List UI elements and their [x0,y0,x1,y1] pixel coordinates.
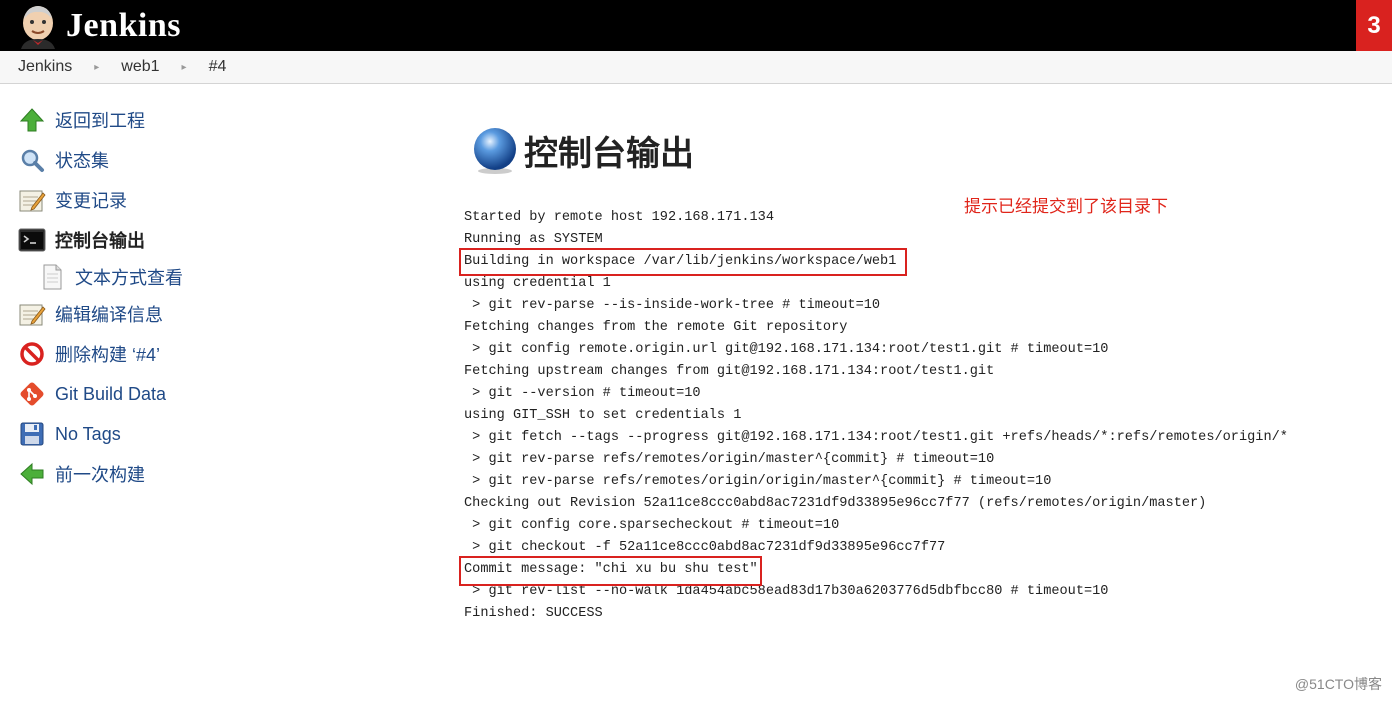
sidebar-item-label: 前一次构建 [55,465,145,485]
console-line: > git fetch --tags --progress git@192.16… [464,430,1288,445]
console-line: Building in workspace /var/lib/jenkins/w… [464,254,897,269]
sidebar-item-console-output[interactable]: 控制台输出 [16,220,416,260]
console-line: Running as SYSTEM [464,232,603,247]
console-output: Started by remote host 192.168.171.134 R… [464,207,1288,625]
floppy-disk-icon [16,418,48,450]
sidebar-item-label: 删除构建 ‘#4’ [55,345,161,365]
sidebar-item-back-to-project[interactable]: 返回到工程 [16,100,416,140]
console-line: Checking out Revision 52a11ce8ccc0abd8ac… [464,496,1207,511]
notepad-icon [16,298,48,330]
notepad-icon [16,184,48,216]
console-line: > git --version # timeout=10 [464,386,701,401]
sidebar-item-label: 返回到工程 [55,111,145,131]
sidebar-item-label: 控制台输出 [55,231,145,251]
no-entry-icon [16,338,48,370]
sidebar-item-view-as-plain-text[interactable]: 文本方式查看 [16,260,416,294]
sidebar-item-no-tags[interactable]: No Tags [16,414,416,454]
sidebar-item-status[interactable]: 状态集 [16,140,416,180]
top-bar: Jenkins 3 [0,0,1392,51]
watermark: @51CTO博客 [1294,676,1382,692]
sidebar-item-changes[interactable]: 变更记录 [16,180,416,220]
git-icon [16,378,48,410]
breadcrumb-web1[interactable]: web1 [121,58,159,76]
console-line: using credential 1 [464,276,611,291]
sidebar-item-previous-build[interactable]: 前一次构建 [16,454,416,494]
up-arrow-icon [16,104,48,136]
sidebar-item-label: 编辑编译信息 [55,305,163,325]
sidebar-item-edit-build-info[interactable]: 编辑编译信息 [16,294,416,334]
breadcrumb-build-4[interactable]: #4 [209,58,227,76]
console-line: Started by remote host 192.168.171.134 [464,210,774,225]
sidebar-item-label: Git Build Data [55,383,167,404]
page-heading: 控制台输出 [470,125,694,175]
console-line: > git rev-parse --is-inside-work-tree # … [464,298,881,313]
jenkins-logo-link[interactable]: Jenkins [16,3,181,49]
jenkins-butler-icon [21,6,55,49]
breadcrumb: Jenkins ▸ web1 ▸ #4 [0,51,1392,84]
console-line: > git config core.sparsecheckout # timeo… [464,518,840,533]
console-line: Fetching upstream changes from git@192.1… [464,364,995,379]
blue-ball-icon [474,128,516,174]
console-line: > git rev-list --no-walk 1da454abc58ead8… [464,584,1109,599]
console-line: > git config remote.origin.url git@192.1… [464,342,1109,357]
breadcrumb-jenkins[interactable]: Jenkins [18,58,72,76]
sidebar-item-delete-build[interactable]: 删除构建 ‘#4’ [16,334,416,374]
terminal-icon [16,224,48,256]
notification-badge[interactable]: 3 [1356,0,1392,51]
left-arrow-icon [16,458,48,490]
sidebar: 返回到工程 状态集 变更记录 控制台输出 文本方式查看 编辑编译信息 删除构建 … [16,100,416,494]
console-line: > git rev-parse refs/remotes/origin/orig… [464,474,1052,489]
page-title: 控制台输出 [524,134,694,173]
sidebar-item-label: 变更记录 [55,191,127,211]
console-line: using GIT_SSH to set credentials 1 [464,408,742,423]
sidebar-item-git-build-data[interactable]: Git Build Data [16,374,416,414]
sidebar-item-label: No Tags [55,423,121,444]
breadcrumb-separator-icon: ▸ [181,61,187,73]
console-line: Finished: SUCCESS [464,606,603,621]
sidebar-item-label: 文本方式查看 [75,268,183,288]
console-line: > git rev-parse refs/remotes/origin/mast… [464,452,995,467]
magnifier-icon [16,144,48,176]
console-line: Commit message: "chi xu bu shu test" [464,562,758,577]
app-title: Jenkins [66,7,181,44]
sidebar-item-label: 状态集 [55,151,109,171]
document-icon [36,261,68,293]
console-line: > git checkout -f 52a11ce8ccc0abd8ac7231… [464,540,946,555]
breadcrumb-separator-icon: ▸ [94,61,100,73]
console-line: Fetching changes from the remote Git rep… [464,320,848,335]
